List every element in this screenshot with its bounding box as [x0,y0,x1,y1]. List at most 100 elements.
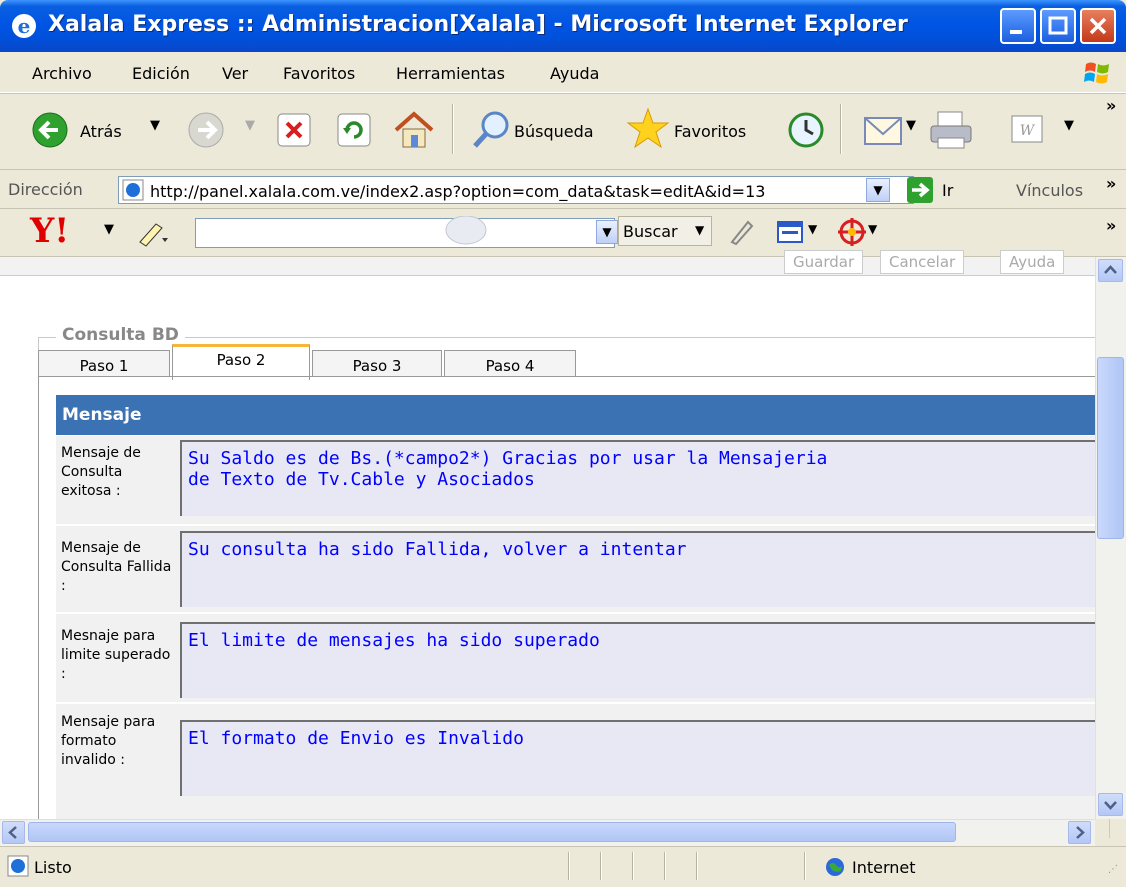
search-button-label[interactable]: Búsqueda [514,122,594,141]
minimize-icon [1010,30,1022,34]
favorites-star-icon[interactable] [626,106,670,150]
status-bar [0,846,1126,887]
chevron-left-icon [8,826,17,839]
buscar-dropdown-icon[interactable]: ▼ [695,223,704,237]
word-edit-icon[interactable]: W [1010,114,1044,144]
scroll-down-button[interactable] [1098,793,1123,816]
address-dropdown-icon[interactable]: ▼ [866,178,890,202]
tab-paso-3[interactable]: Paso 3 [312,350,442,377]
menu-herramientas[interactable]: Herramientas [396,64,505,83]
format-message-textarea[interactable]: El formato de Envio es Invalido [180,720,1095,796]
yahoo-search-input[interactable] [195,218,615,248]
chevron-down-icon [1104,801,1117,810]
history-icon[interactable] [786,110,826,150]
failed-message-textarea[interactable]: Su consulta ha sido Fallida, volver a in… [180,531,1095,607]
status-divider [664,852,666,880]
forward-dropdown-icon[interactable]: ▼ [245,118,255,133]
close-button[interactable] [1080,8,1116,44]
address-url[interactable]: http://panel.xalala.com.ve/index2.asp?op… [150,182,765,201]
guardar-button[interactable]: Guardar [784,250,864,274]
edit-dropdown-icon[interactable]: ▼ [1064,118,1074,133]
section-header: Mensaje [56,395,1095,435]
links-label[interactable]: Vínculos [1016,181,1083,200]
highlight-icon[interactable] [728,218,756,246]
scroll-left-button[interactable] [2,821,25,844]
page-status-icon [7,855,29,877]
buscar-button[interactable]: Buscar ▼ [618,216,712,246]
status-text: Listo [34,858,72,877]
menu-edicion[interactable]: Edición [132,64,190,83]
ayuda-button[interactable]: Ayuda [1000,250,1065,274]
limit-message-textarea[interactable]: El limite de mensajes ha sido superado [180,622,1095,698]
scroll-right-button[interactable] [1068,821,1091,844]
toolbar-separator [840,104,842,154]
window-title: Xalala Express :: Administracion[Xalala]… [48,12,908,37]
yahoo-chevron[interactable]: » [1106,216,1116,235]
maximize-button[interactable] [1040,8,1076,44]
zone-text: Internet [852,858,916,877]
back-icon[interactable] [30,110,70,150]
chevron-right-icon [1076,826,1085,839]
toolbar-chevron[interactable]: » [1106,96,1116,115]
status-divider [568,852,570,880]
links-chevron[interactable]: » [1106,174,1116,193]
go-button-label[interactable]: Ir [942,181,953,200]
menu-archivo[interactable]: Archivo [32,64,92,83]
back-dropdown-icon[interactable]: ▼ [150,118,160,133]
buscar-label: Buscar [623,222,678,241]
layout-icon[interactable] [776,218,806,246]
print-icon[interactable] [928,108,974,152]
status-divider [696,852,698,880]
pencil-icon[interactable] [134,216,172,248]
resize-grip-icon[interactable]: ⋰ [1108,864,1118,875]
stop-icon[interactable] [276,112,312,148]
tab-paso-4[interactable]: Paso 4 [444,350,576,377]
maximize-icon [1048,16,1068,35]
row-label: Mensaje de Consulta Fallida : [61,540,172,594]
address-label: Dirección [8,180,83,199]
forward-icon[interactable] [186,110,226,150]
svg-text:W: W [1020,123,1036,139]
toolbar-separator [452,104,454,154]
go-arrow-icon[interactable] [906,176,934,204]
yahoo-dropdown-icon[interactable]: ▼ [104,222,114,237]
status-divider [632,852,634,880]
svg-text:e: e [18,14,31,38]
favorites-button-label[interactable]: Favoritos [674,122,746,141]
yahoo-search-dropdown-icon[interactable]: ▼ [596,220,618,244]
fieldset-legend: Consulta BD [56,325,185,345]
scroll-up-button[interactable] [1098,259,1123,282]
minimize-button[interactable] [1000,8,1036,44]
yahoo-logo[interactable]: Y! [30,212,69,250]
row-label: Mensaje de Consulta exitosa : [61,445,141,499]
search-icon[interactable] [470,108,512,150]
search-magnifier-icon [445,216,487,245]
mail-dropdown-icon[interactable]: ▼ [906,118,916,133]
success-message-textarea[interactable]: Su Saldo es de Bs.(*campo2*) Gracias por… [180,440,1095,516]
menu-ayuda[interactable]: Ayuda [550,64,599,83]
menu-ver[interactable]: Ver [222,64,248,83]
row-label: Mensaje para formato invalido : [61,714,156,768]
target-icon[interactable] [836,216,868,248]
mail-icon[interactable] [862,110,904,148]
menu-favoritos[interactable]: Favoritos [283,64,355,83]
page-icon [122,179,144,201]
status-divider [600,852,602,880]
row-label: Mesnaje para limite superado : [61,628,171,682]
cancelar-button[interactable]: Cancelar [880,250,965,274]
close-icon [1089,17,1107,35]
windows-logo-icon [1084,62,1109,84]
chevron-up-icon [1104,265,1117,274]
refresh-icon[interactable] [336,112,372,148]
target-dropdown-icon[interactable]: ▼ [868,222,877,236]
title-bar[interactable]: e Xalala Express :: Administracion[Xalal… [0,0,1126,52]
tab-paso-1[interactable]: Paso 1 [38,350,170,377]
vertical-scroll-thumb[interactable] [1097,357,1124,539]
status-divider [804,852,806,880]
home-icon[interactable] [392,108,436,150]
horizontal-scroll-thumb[interactable] [28,822,956,842]
globe-icon [826,858,844,876]
back-button-label[interactable]: Atrás [80,122,122,141]
tab-paso-2[interactable]: Paso 2 [172,344,310,380]
layout-dropdown-icon[interactable]: ▼ [808,222,817,236]
